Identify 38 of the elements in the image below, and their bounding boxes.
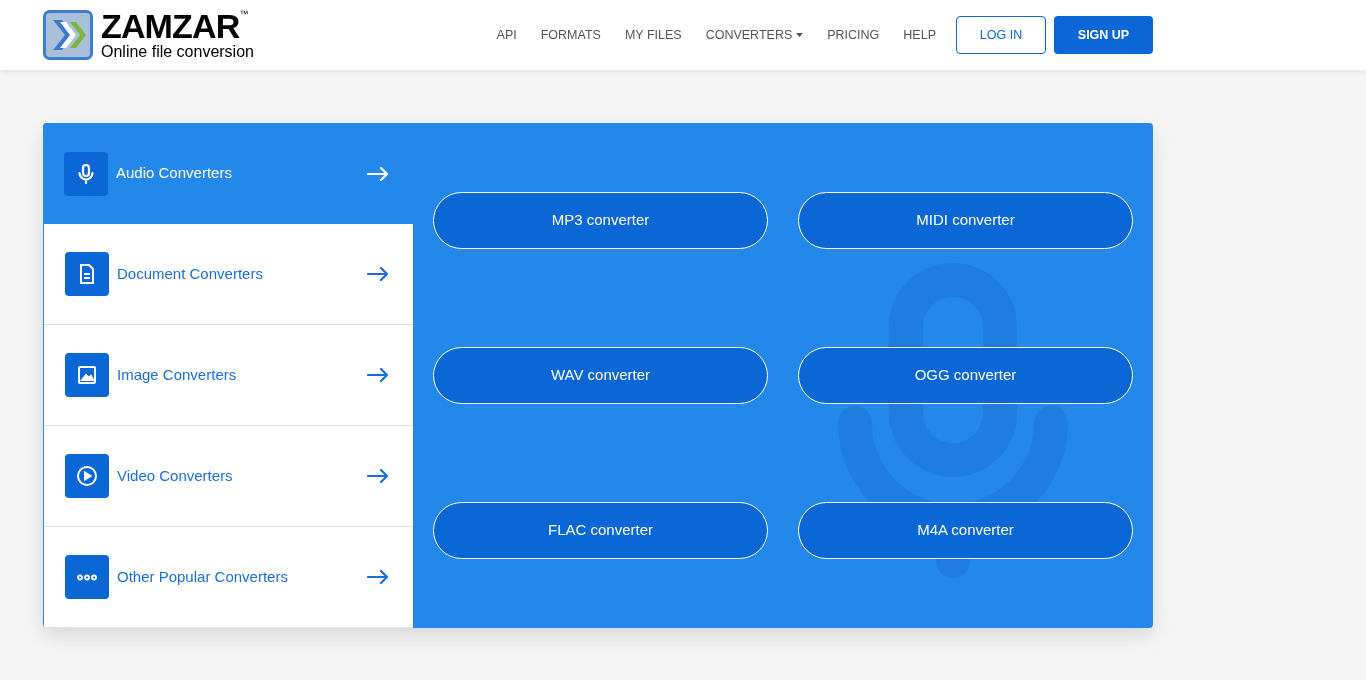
more-icon [75,573,99,581]
nav-link[interactable]: HELP [903,25,936,45]
category-item[interactable]: Audio Converters [43,123,413,224]
nav-link[interactable]: PRICING [827,25,880,45]
nav-link[interactable]: API [496,25,517,45]
arrow-icon [367,166,389,181]
trademark-mark: ™ [239,10,249,19]
converter-button[interactable]: FLAC converter [433,502,768,559]
logo-wordmark: ZAMZAR [101,10,240,42]
category-item[interactable]: Other Popular Converters [44,527,413,628]
converter-button[interactable]: MP3 converter [433,192,768,249]
category-item[interactable]: Video Converters [44,426,413,527]
category-label: Document Converters [117,263,263,284]
arrow-icon [367,368,389,382]
logo-icon [43,10,93,60]
arrow-icon [367,570,389,584]
category-item[interactable]: Document Converters [44,224,413,325]
arrow-icon [367,469,389,483]
converter-button[interactable]: WAV converter [433,347,768,404]
arrow-icon [367,267,389,281]
category-label: Image Converters [117,364,237,385]
category-item[interactable]: Image Converters [44,325,413,426]
converter-button[interactable]: M4A converter [798,502,1133,559]
image-icon [75,363,99,387]
category-label: Other Popular Converters [117,566,288,587]
category-label: Video Converters [117,465,233,486]
login-button[interactable]: LOG IN [956,16,1046,54]
converter-button[interactable]: MIDI converter [798,192,1133,249]
signup-button[interactable]: SIGN UP [1054,16,1153,54]
category-label: Audio Converters [116,163,232,184]
nav-link[interactable]: CONVERTERS [705,25,804,45]
nav-link[interactable]: FORMATS [540,25,601,45]
logo-tagline: Online file conversion [101,44,254,60]
nav-link[interactable]: MY FILES [624,25,682,45]
converter-button[interactable]: OGG converter [798,347,1133,404]
play-icon [75,464,99,488]
caret-icon [796,33,804,37]
microphone-watermark-icon [838,263,1068,578]
